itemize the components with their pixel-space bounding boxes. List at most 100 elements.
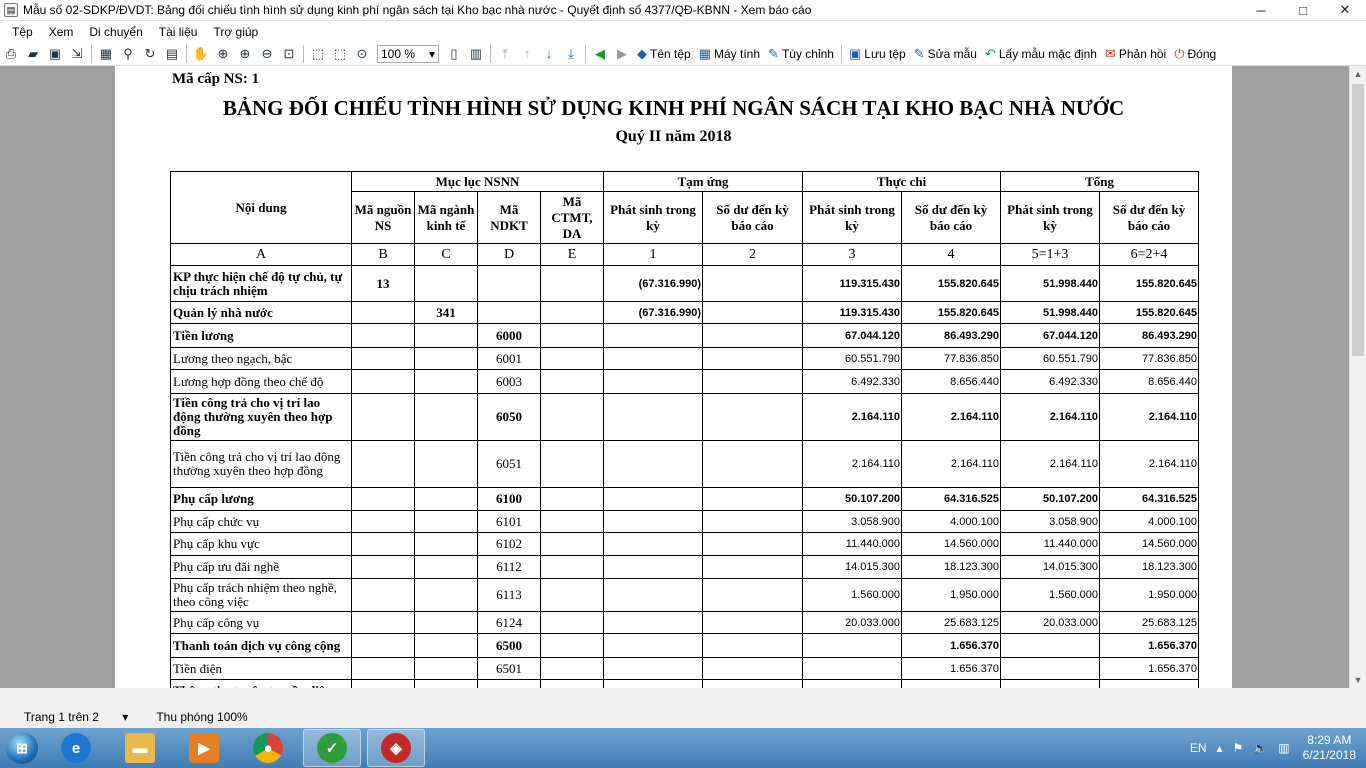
lay-mau-button[interactable]: ↶ Lấy mẫu mặc định [981,43,1101,65]
cell-tong-phat-sinh: 14.015.300 [1000,555,1101,579]
taskbar-explorer[interactable]: ▬ [111,729,169,767]
lay-mau-label: Lấy mẫu mặc định [998,46,1097,61]
multi-page-icon[interactable]: ▥ [465,43,487,65]
taskbar-media[interactable]: ▶ [175,729,233,767]
menu-tai-lieu[interactable]: Tài liệu [159,25,198,39]
refresh-icon[interactable]: ↻ [139,43,161,65]
zoom-in-icon[interactable]: ⊕ [212,43,234,65]
find-icon[interactable]: ⚲ [117,43,139,65]
cell-ma-nganh [414,611,478,634]
cell-ma-nganh [414,633,478,658]
zoom-plus-icon[interactable]: ⊕ [234,43,256,65]
tuy-chinh-button[interactable]: ✎ Tùy chỉnh [764,43,838,65]
cell-tong-so-du: 64.316.525 [1099,487,1200,511]
may-tinh-button[interactable]: ▦ Máy tính [695,43,764,65]
fit-page-icon[interactable]: ⬚ [307,43,329,65]
cell-tong-so-du: 1.199.250 [1099,679,1200,688]
cell-ma-nguon [351,611,415,634]
flag-icon[interactable]: ⚑ [1233,741,1244,755]
network-icon[interactable]: ▥ [1278,741,1289,755]
cell-ma-ndkt: 6000 [477,323,541,348]
next-page-icon[interactable]: ↓ [538,43,560,65]
ten-tep-button[interactable]: ◆ Tên tệp [633,43,695,65]
clock[interactable]: 8:29 AM 6/21/2018 [1303,733,1356,763]
column-letter: 2 [702,243,804,266]
scroll-up-icon[interactable]: ▲ [1350,66,1366,82]
cell-tong-so-du: 4.000.100 [1099,510,1200,533]
export-excel-icon[interactable]: ▤ [161,43,183,65]
ten-tep-label: Tên tệp [650,46,691,61]
phan-hoi-button[interactable]: ✉ Phản hồi [1101,43,1170,65]
hand-tool-icon[interactable]: ✋ [190,43,212,65]
maximize-button[interactable]: □ [1282,0,1324,20]
menu-xem[interactable]: Xem [49,25,74,39]
cell-ma-nganh [414,369,478,394]
cell-tong-phat-sinh: 3.058.900 [1000,510,1101,533]
cell-ma-nganh [414,440,478,488]
zoom-out-icon[interactable]: ⊖ [256,43,278,65]
cell-thuc-chi-phat-sinh: 11.440.000 [802,532,903,556]
zoom-value: 100 % [381,46,416,61]
minimize-button[interactable]: ─ [1240,0,1282,20]
print-icon[interactable]: ⎙ [0,43,22,65]
close-button[interactable]: ✕ [1324,0,1366,20]
prev-page-icon[interactable]: ↑ [516,43,538,65]
status-bar: Trang 1 trên 2 ▾ Thu phóng 100% [0,706,1366,728]
last-page-icon[interactable]: ⤓ [560,43,582,65]
page-indicator[interactable]: Trang 1 trên 2 ▾ [12,710,136,724]
cell-tong-phat-sinh: 11.440.000 [1000,532,1101,556]
vertical-scrollbar[interactable]: ▲ ▼ [1349,66,1366,688]
single-page-icon[interactable]: ▯ [443,43,465,65]
actual-size-icon[interactable]: ⊙ [351,43,373,65]
menu-di-chuyen[interactable]: Di chuyển [89,25,142,39]
taskbar-ie[interactable]: e [47,729,105,767]
cell-ma-nganh: 341 [414,301,478,324]
zoom-select[interactable]: 100 % ▾ [377,44,439,63]
clock-time: 8:29 AM [1307,733,1352,747]
start-button[interactable]: ⊞ [0,728,44,768]
forward-icon[interactable]: ▶ [611,43,633,65]
taskbar-app-1[interactable]: ✓ [303,729,361,767]
export-icon[interactable]: ⇲ [66,43,88,65]
taskbar-chrome[interactable]: ● [239,729,297,767]
cell-ma-ndkt: 6101 [477,510,541,533]
back-icon[interactable]: ◀ [589,43,611,65]
scroll-thumb[interactable] [1352,84,1364,356]
cell-ma-nguon [351,633,415,658]
cell-thuc-chi-phat-sinh: 20.033.000 [802,611,903,634]
cell-ma-ctmt [539,510,605,533]
cell-ma-ndkt: 6113 [477,578,541,612]
scroll-down-icon[interactable]: ▼ [1350,672,1366,688]
sua-mau-button[interactable]: ✎ Sửa mẫu [910,43,981,65]
column-letter: 1 [603,243,704,266]
cell-thuc-chi-so-du: 2.164.110 [901,440,1002,488]
report-subtitle: Quý II năm 2018 [615,128,732,145]
cell-ma-ctmt [539,633,605,658]
fit-width-icon[interactable]: ⬚ [329,43,351,65]
dong-button[interactable]: ⏻ Đóng [1170,43,1220,65]
tray-expand-icon[interactable]: ▴ [1217,741,1223,755]
cell-ma-nguon [351,555,415,579]
column-letter: D [477,243,541,266]
open-folder-icon[interactable]: ▰ [22,43,44,65]
cell-tong-so-du: 1.656.370 [1099,633,1200,658]
cell-ma-ctmt [539,611,605,634]
cell-tam-ung-phat-sinh [603,578,704,612]
volume-icon[interactable]: 🔈 [1253,741,1268,755]
cell-ma-nguon [351,578,415,612]
menu-tep[interactable]: Tệp [12,25,33,39]
cell-tong-so-du: 155.820.645 [1099,265,1200,302]
zoom-area-icon[interactable]: ⊡ [278,43,300,65]
row-label: Thông tin, tuyên truyền, liên lạc [170,679,352,688]
save-icon[interactable]: ▣ [44,43,66,65]
status-separator [0,688,1366,706]
language-indicator[interactable]: EN [1190,741,1207,755]
menu-tro-giup[interactable]: Trợ giúp [213,25,258,39]
luu-tep-button[interactable]: ▣ Lưu tệp [845,43,910,65]
taskbar-app-2[interactable]: ◈ [367,729,425,767]
report-viewport[interactable]: Mã cấp NS: 1 BẢNG ĐỐI CHIẾU TÌNH HÌNH SỬ… [0,66,1349,688]
table-icon[interactable]: ▦ [95,43,117,65]
first-page-icon[interactable]: ⤒ [494,43,516,65]
cell-ma-nganh [414,510,478,533]
cell-ma-ctmt [539,440,605,488]
